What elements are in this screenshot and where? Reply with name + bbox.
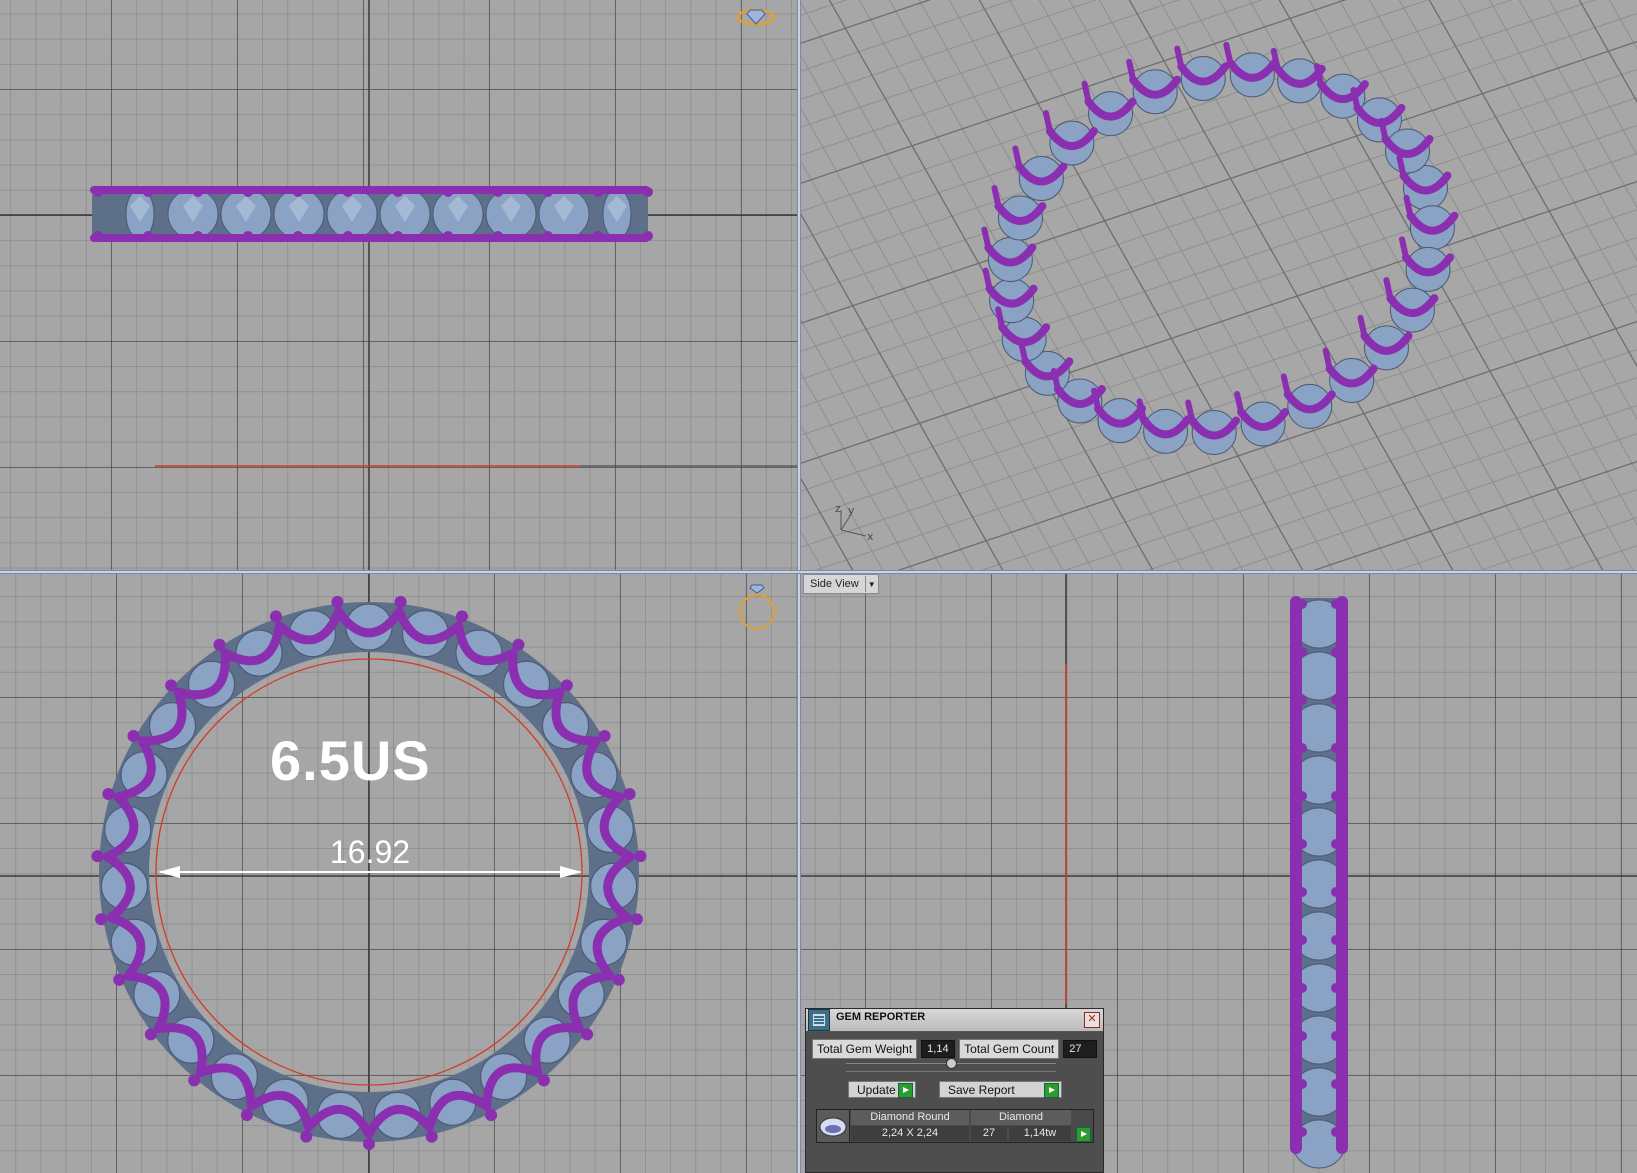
save-report-label: Save Report bbox=[948, 1082, 1015, 1097]
gem-reporter-panel: GEM REPORTER ✕ Total Gem Weight 1,14 Tot… bbox=[805, 1008, 1104, 1173]
ring-size-label: 6.5US bbox=[270, 729, 431, 792]
play-icon bbox=[1044, 1083, 1059, 1098]
total-gem-count-label: Total Gem Count bbox=[959, 1039, 1060, 1059]
ring-orientation-icon[interactable] bbox=[739, 584, 775, 630]
axis-x-label: x bbox=[867, 530, 874, 543]
front-view-canvas bbox=[0, 574, 797, 1173]
total-gem-weight-value: 1,14 bbox=[921, 1040, 956, 1058]
ring-side-profile bbox=[1290, 596, 1348, 1169]
divider bbox=[846, 1071, 1056, 1072]
gem-table: Diamond Round Diamond 2,24 X 2,24 27 1,1… bbox=[816, 1109, 1094, 1143]
report-icon bbox=[808, 1009, 830, 1031]
axis-y-label: y bbox=[848, 504, 855, 517]
gem-weight-cell: 1,14tw bbox=[1009, 1126, 1071, 1141]
chevron-down-icon[interactable]: ▼ bbox=[864, 576, 878, 592]
row-play-icon[interactable] bbox=[1076, 1127, 1091, 1142]
view-selector[interactable]: Side View ▼ bbox=[803, 574, 879, 594]
total-gem-weight-label: Total Gem Weight bbox=[812, 1039, 918, 1059]
top-view-canvas bbox=[0, 0, 797, 570]
play-icon bbox=[898, 1083, 913, 1098]
gem-size-cell: 2,24 X 2,24 bbox=[851, 1126, 969, 1141]
ring-gizmo-icon[interactable] bbox=[736, 8, 776, 26]
panel-titlebar[interactable]: GEM REPORTER ✕ bbox=[806, 1009, 1103, 1032]
close-icon[interactable]: ✕ bbox=[1084, 1012, 1100, 1028]
gem-material-header: Diamond bbox=[971, 1110, 1071, 1125]
panel-resize-slider[interactable] bbox=[846, 1058, 1056, 1069]
viewport-splitter-vertical[interactable] bbox=[797, 0, 801, 1173]
gem-count-cell: 27 bbox=[971, 1126, 1007, 1141]
inner-diameter-value: 16.92 bbox=[330, 834, 411, 870]
perspective-canvas bbox=[801, 0, 1637, 570]
update-button-label: Update bbox=[857, 1082, 896, 1097]
perspective-viewport[interactable]: z y x bbox=[801, 0, 1637, 570]
gem-type-header: Diamond Round bbox=[851, 1110, 969, 1125]
view-selector-label: Side View bbox=[810, 578, 859, 590]
axis-z-label: z bbox=[835, 502, 841, 515]
update-button[interactable]: Update bbox=[848, 1081, 916, 1098]
total-gem-count-value: 27 bbox=[1063, 1040, 1098, 1058]
panel-title: GEM REPORTER bbox=[836, 1011, 926, 1023]
ring-top-profile bbox=[90, 186, 653, 242]
top-viewport[interactable] bbox=[0, 0, 797, 570]
slider-knob[interactable] bbox=[946, 1058, 957, 1069]
save-report-button[interactable]: Save Report bbox=[939, 1081, 1062, 1098]
front-viewport[interactable] bbox=[0, 574, 797, 1173]
gem-thumbnail[interactable] bbox=[817, 1110, 850, 1142]
